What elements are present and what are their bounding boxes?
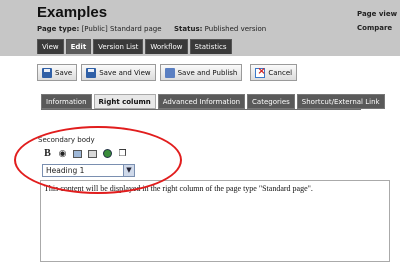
save-and-view-button[interactable]: Save and View (81, 64, 156, 81)
editor-toolbar: B ◉ ❐ (42, 148, 128, 159)
edit-subtabs: Information Right column Advanced Inform… (41, 94, 385, 109)
cancel-button-label: Cancel (268, 68, 293, 77)
save-button-label: Save (55, 68, 73, 77)
subtab-advanced-information[interactable]: Advanced Information (157, 94, 246, 109)
page-type-value: [Public] Standard page (81, 25, 162, 33)
tab-view[interactable]: View (37, 39, 64, 54)
tab-statistics[interactable]: Statistics (189, 39, 232, 54)
subtab-categories[interactable]: Categories (247, 94, 295, 109)
page-view-link[interactable]: Page view (357, 7, 397, 21)
subtab-divider (41, 109, 361, 110)
page-meta: Page type: [Public] Standard page Status… (37, 25, 266, 33)
bold-icon[interactable]: B (42, 148, 53, 159)
format-select[interactable]: Heading 1 ▼ (42, 164, 135, 177)
status-value: Published version (204, 25, 267, 33)
status-label: Status: (174, 25, 203, 33)
tab-workflow[interactable]: Workflow (145, 39, 188, 54)
subtab-shortcut-external-link[interactable]: Shortcut/External Link (296, 94, 385, 109)
publish-icon (164, 67, 175, 78)
secondary-body-label: Secondary body (38, 136, 95, 144)
chevron-down-icon: ▼ (123, 165, 134, 176)
subtab-right-column[interactable]: Right column (93, 94, 156, 109)
header-links: Page view Compare (357, 7, 397, 35)
window-icon[interactable]: ❐ (117, 148, 128, 159)
main-tabs: View Edit Version List Workflow Statisti… (37, 39, 232, 54)
document-icon[interactable] (87, 148, 98, 159)
cancel-icon (255, 66, 266, 78)
save-and-view-label: Save and View (99, 68, 151, 77)
editor-content: This content will be displayed in the ri… (44, 184, 313, 193)
format-select-value: Heading 1 (46, 166, 85, 175)
subtab-information[interactable]: Information (41, 94, 92, 109)
save-icon (42, 67, 52, 78)
tab-edit[interactable]: Edit (65, 39, 92, 54)
compare-link[interactable]: Compare (357, 21, 397, 35)
page-title: Examples (37, 4, 108, 21)
tab-version-list[interactable]: Version List (93, 39, 144, 54)
save-button[interactable]: Save (37, 64, 78, 81)
action-toolbar: Save Save and View Save and Publish Canc… (37, 64, 298, 81)
binoculars-icon[interactable]: ◉ (57, 148, 68, 159)
cancel-button[interactable]: Cancel (250, 64, 298, 81)
save-and-publish-button[interactable]: Save and Publish (159, 64, 243, 81)
image-icon[interactable] (72, 148, 83, 159)
page-type-label: Page type: (37, 25, 80, 33)
globe-icon[interactable] (102, 148, 113, 159)
save-and-publish-label: Save and Publish (177, 68, 238, 77)
save-view-icon (86, 67, 97, 78)
